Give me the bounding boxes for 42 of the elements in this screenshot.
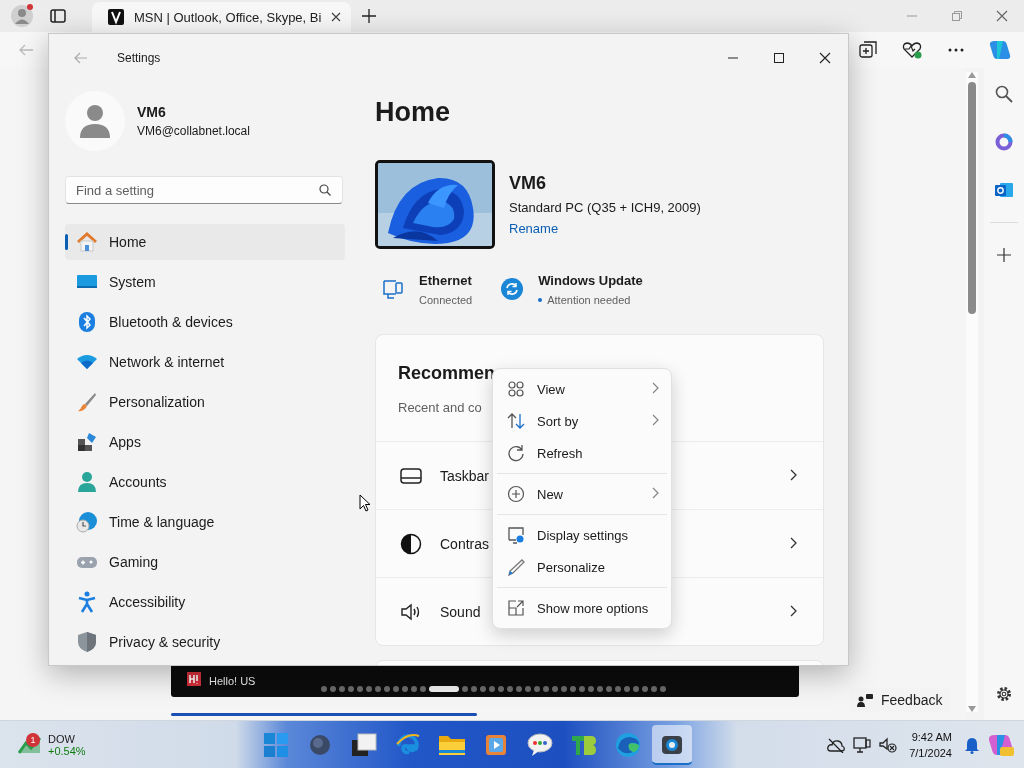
card-title: Recommen xyxy=(398,362,497,384)
menu-item[interactable]: View xyxy=(497,373,667,405)
menu-item[interactable]: Show more options xyxy=(497,592,667,624)
ticker-label: DOW xyxy=(48,733,75,745)
change-label: +0.54% xyxy=(48,745,86,757)
menu-item[interactable]: Display settings xyxy=(497,519,667,551)
menu-item[interactable]: Personalize xyxy=(497,551,667,583)
card-subtitle: Recent and co xyxy=(398,400,483,415)
stock-widget[interactable]: 1 DOW +0.54% xyxy=(18,733,86,757)
notification-badge: 1 xyxy=(26,733,40,747)
nav-item[interactable]: Accessibility xyxy=(65,584,345,620)
status-detail: Attention needed xyxy=(547,293,631,306)
nav-item[interactable]: Privacy & security xyxy=(65,624,345,660)
nav-item[interactable]: Gaming xyxy=(65,544,345,580)
news-carousel[interactable]: Hello! US xyxy=(171,665,799,697)
nav-item[interactable]: Network & internet xyxy=(65,344,345,380)
rename-link[interactable]: Rename xyxy=(509,220,559,236)
page-title: Home xyxy=(375,96,451,129)
nav-item[interactable]: Personalization xyxy=(65,384,345,420)
nav-item[interactable]: Time & language xyxy=(65,504,345,540)
nav-item[interactable]: Home xyxy=(65,224,345,260)
search-field[interactable]: Find a setting xyxy=(65,176,343,204)
device-name: VM6 xyxy=(509,172,547,194)
account-email: VM6@collabnet.local xyxy=(137,124,250,138)
status-item[interactable]: Windows Update Attention needed xyxy=(500,271,643,307)
menu-item[interactable]: Sort by xyxy=(497,405,667,437)
nav-item[interactable]: Accounts xyxy=(65,464,345,500)
device-model: Standard PC (Q35 + ICH9, 2009) xyxy=(509,199,701,215)
status-title: Ethernet xyxy=(419,272,473,288)
status-detail: Connected xyxy=(419,293,473,306)
source-label: Hello! US xyxy=(209,675,256,687)
nav-item[interactable]: Bluetooth & devices xyxy=(65,304,345,340)
account-name: VM6 xyxy=(137,104,167,120)
status-item[interactable]: Ethernet Connected xyxy=(381,271,473,307)
window-title: Settings xyxy=(117,50,161,65)
menu-item[interactable]: New xyxy=(497,478,667,510)
nav-item[interactable]: System xyxy=(65,264,345,300)
status-title: Windows Update xyxy=(538,272,643,288)
nav-item[interactable]: Apps xyxy=(65,424,345,460)
clock[interactable]: 9:42 AM 7/1/2024 xyxy=(905,729,956,761)
menu-item[interactable]: Refresh xyxy=(497,437,667,469)
browser-tab[interactable]: MSN | Outlook, Office, Skype, Bi xyxy=(92,2,352,32)
